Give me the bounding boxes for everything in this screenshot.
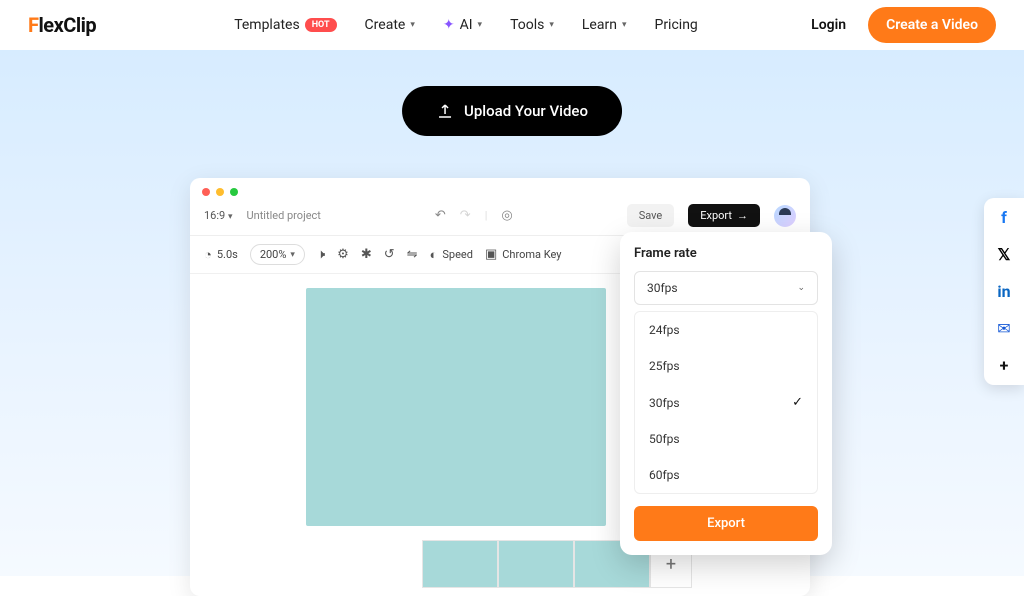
export-button[interactable]: Export → [688, 204, 760, 227]
window-traffic-lights [190, 178, 810, 198]
speed-control[interactable]: ◐ Speed [430, 247, 473, 263]
close-dot-icon [202, 188, 210, 196]
adjust-icon[interactable]: ✱ [361, 247, 372, 262]
frame-rate-options: 24fps25fps30fps✓50fps60fps [634, 311, 818, 494]
gauge-icon: ◐ [430, 247, 438, 263]
frame-rate-popover: Frame rate 30fps ⌄ 24fps25fps30fps✓50fps… [620, 232, 832, 555]
chroma-key-label: Chroma Key [502, 248, 561, 261]
aspect-ratio-selector[interactable]: 16:9 ▾ [204, 209, 232, 222]
stopwatch-icon: ◔ [204, 247, 212, 263]
chevron-down-icon: ▾ [478, 20, 483, 30]
hero-section: Upload Your Video 16:9 ▾ Untitled projec… [0, 50, 1024, 576]
nav-pricing-label: Pricing [654, 17, 697, 33]
nav-learn[interactable]: Learn ▾ [582, 17, 627, 33]
chevron-down-icon: ▾ [410, 20, 415, 30]
zoom-control[interactable]: 200%▾ [250, 244, 305, 265]
logo-text: lexClip [38, 13, 96, 37]
export-button-label: Export [700, 209, 732, 222]
popover-export-button[interactable]: Export [634, 506, 818, 541]
editor-topbar: 16:9 ▾ Untitled project ↶ ↷ | ◎ Save Exp… [190, 198, 810, 236]
create-video-button[interactable]: Create a Video [868, 7, 996, 43]
linkedin-icon[interactable]: in [997, 282, 1010, 301]
frame-rate-select[interactable]: 30fps ⌄ [634, 271, 818, 305]
flip-icon[interactable]: ⇋ [407, 247, 418, 262]
upload-video-button[interactable]: Upload Your Video [402, 86, 622, 136]
nav-templates-label: Templates [234, 17, 300, 33]
chevron-down-icon: ⌄ [797, 283, 805, 293]
upload-video-label: Upload Your Video [464, 102, 588, 120]
duration-value: 5.0s [217, 248, 238, 261]
zoom-value: 200% [260, 248, 287, 261]
facebook-icon[interactable]: f [1001, 208, 1007, 227]
frame-rate-option[interactable]: 50fps [635, 421, 817, 457]
nav-tools-label: Tools [510, 17, 544, 33]
target-icon[interactable]: ◎ [501, 208, 512, 223]
more-share-icon[interactable]: + [1000, 356, 1009, 375]
aspect-ratio-label: 16:9 [204, 209, 225, 222]
login-link[interactable]: Login [811, 17, 846, 33]
frame-rate-option[interactable]: 30fps✓ [635, 384, 817, 421]
nav-create-label: Create [365, 17, 406, 33]
chevron-down-icon: ▾ [549, 20, 554, 30]
chevron-down-icon: ▾ [622, 20, 627, 30]
redo-icon[interactable]: ↷ [460, 208, 471, 223]
frame-rate-selected: 30fps [647, 281, 678, 295]
timeline-clip[interactable] [422, 540, 498, 588]
speed-label: Speed [442, 248, 473, 261]
chevron-down-icon: ▾ [290, 250, 295, 260]
sparkle-icon: ✦ [443, 17, 455, 33]
nav-learn-label: Learn [582, 17, 617, 33]
nav-menu: Templates HOT Create ▾ ✦ AI ▾ Tools ▾ Le… [234, 17, 698, 33]
upload-icon [436, 102, 454, 120]
nav-create[interactable]: Create ▾ [365, 17, 415, 33]
person-icon: ▣ [485, 247, 497, 262]
share-rail: f 𝕏 in ✉ + [984, 198, 1024, 385]
hot-badge: HOT [305, 18, 337, 32]
chevron-down-icon: ▾ [228, 212, 233, 222]
frame-rate-option[interactable]: 24fps [635, 312, 817, 348]
frame-rate-option[interactable]: 25fps [635, 348, 817, 384]
rotate-left-icon[interactable]: ↺ [384, 247, 395, 262]
plus-icon: + [666, 554, 676, 575]
x-twitter-icon[interactable]: 𝕏 [998, 245, 1011, 264]
video-canvas[interactable] [306, 288, 606, 526]
nav-ai[interactable]: ✦ AI ▾ [443, 17, 482, 33]
nav-tools[interactable]: Tools ▾ [510, 17, 554, 33]
filter-icon[interactable]: ⚙ [337, 247, 349, 262]
duration-control[interactable]: ◔ 5.0s [204, 247, 238, 263]
chroma-key-control[interactable]: ▣ Chroma Key [485, 247, 562, 262]
timeline-clip[interactable] [498, 540, 574, 588]
nav-templates[interactable]: Templates HOT [234, 17, 336, 33]
avatar[interactable] [774, 205, 796, 227]
save-button[interactable]: Save [627, 204, 675, 227]
email-icon[interactable]: ✉ [997, 319, 1010, 338]
top-nav: FlexClip Templates HOT Create ▾ ✦ AI ▾ T… [0, 0, 1024, 50]
nav-pricing[interactable]: Pricing [654, 17, 697, 33]
max-dot-icon [230, 188, 238, 196]
project-title[interactable]: Untitled project [246, 209, 320, 222]
arrow-right-icon: → [737, 209, 748, 222]
frame-rate-title: Frame rate [634, 246, 818, 261]
nav-ai-label: AI [460, 17, 473, 33]
volume-icon[interactable]: 🕨 [317, 247, 325, 262]
frame-rate-option[interactable]: 60fps [635, 457, 817, 493]
check-icon: ✓ [792, 395, 803, 410]
min-dot-icon [216, 188, 224, 196]
undo-icon[interactable]: ↶ [435, 208, 446, 223]
logo[interactable]: FlexClip [28, 13, 96, 37]
